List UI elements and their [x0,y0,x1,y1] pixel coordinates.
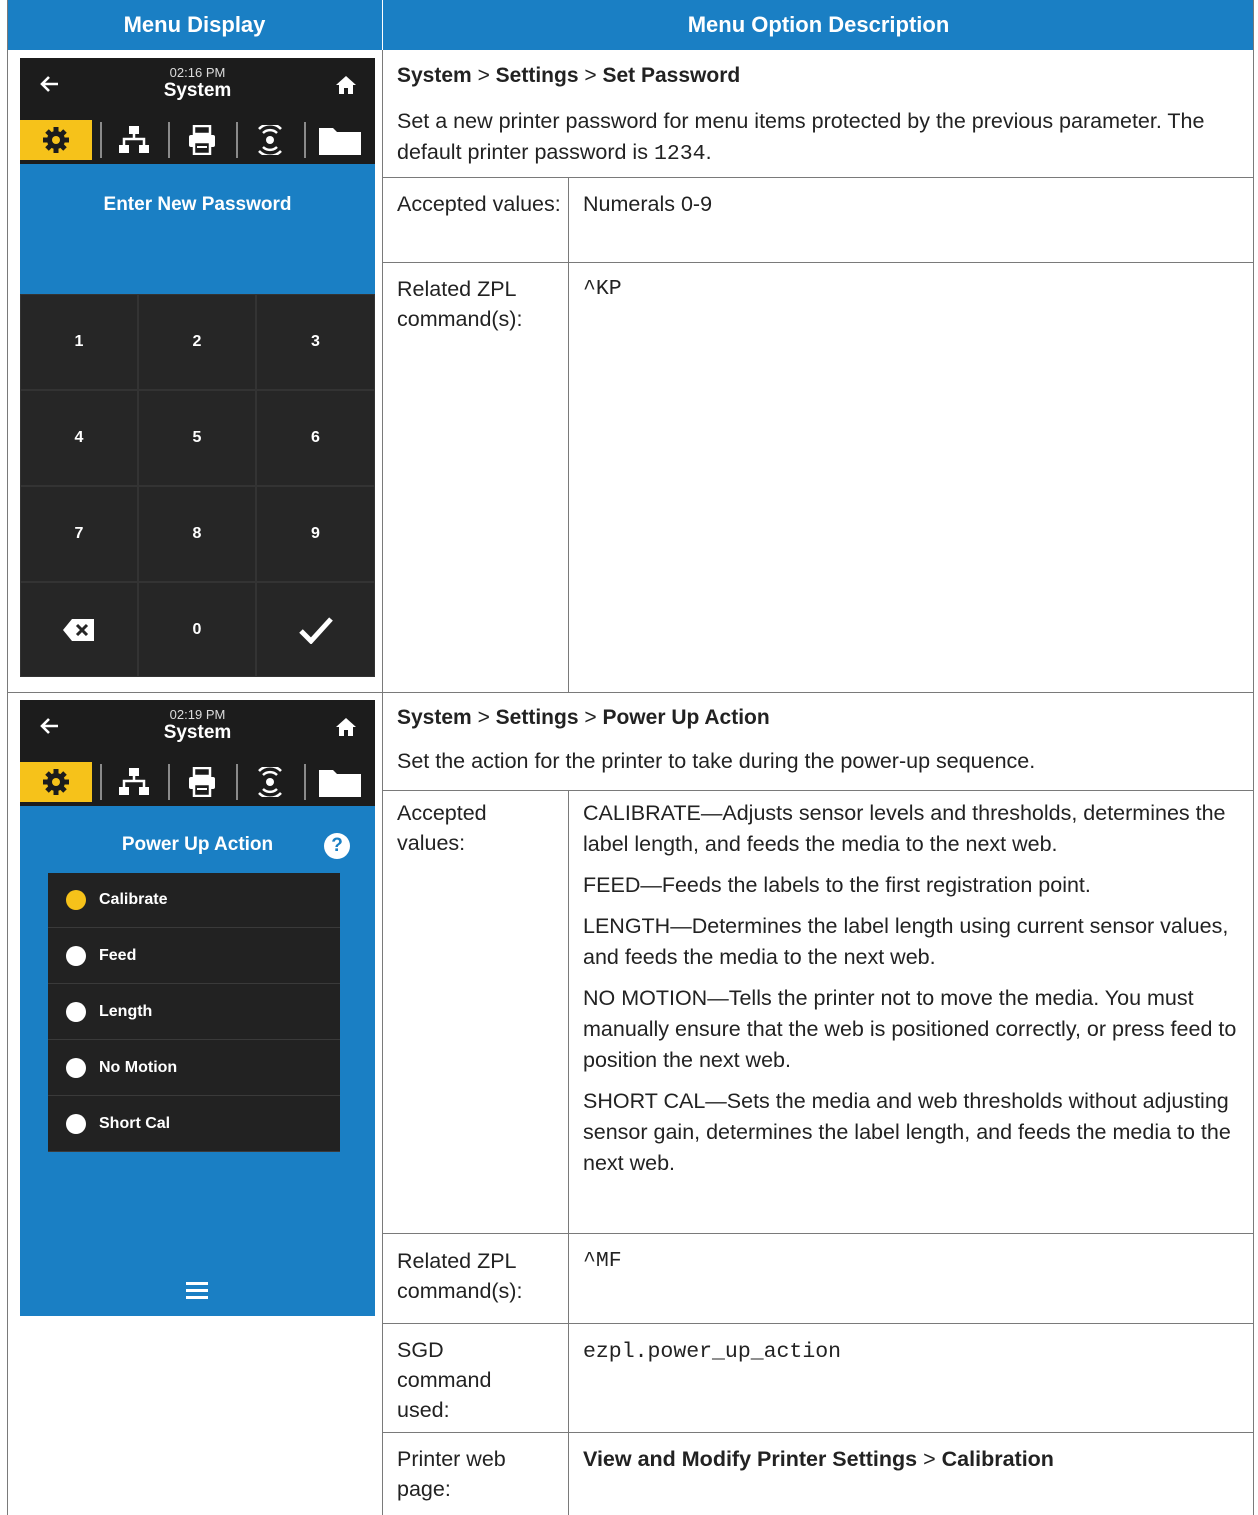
wireless-icon [258,125,282,155]
radio-icon [66,1114,86,1134]
set-password-description: Set a new printer password for menu item… [397,109,1205,166]
hamburger-menu-icon[interactable] [186,1282,208,1303]
storage-tab[interactable] [310,762,370,802]
device-heading-2: Power Up Action [121,834,274,855]
menu-table: Menu Display Menu Option Description Sys… [7,0,1254,1515]
header-menu-option-description: Menu Option Description [383,0,1254,50]
backspace-icon [63,618,94,641]
device-time-2: 02:19 PM [169,707,226,722]
sgd-command-value: ezpl.power_up_action [583,1340,842,1364]
breadcrumb-set-password: System > Settings > Set Password [397,64,741,87]
device-tab-bar-2 [20,756,375,806]
key-9[interactable]: 9 [256,486,375,582]
option-no-motion[interactable]: No Motion [48,1041,340,1096]
option-calibrate[interactable]: Calibrate [48,873,340,928]
network-icon [119,768,149,795]
settings-tab[interactable] [20,762,92,802]
password-entry-area[interactable]: Enter New Password [20,164,375,294]
device-time: 02:16 PM [169,65,226,80]
home-icon[interactable] [335,74,357,96]
network-icon [119,126,149,153]
key-1[interactable]: 1 [20,294,138,390]
storage-tab[interactable] [310,120,370,160]
device-title: System [163,80,232,101]
gear-icon [43,769,69,795]
device-tab-bar [20,114,375,164]
backspace-key[interactable] [20,582,138,677]
accepted-values-list: CALIBRATE—Adjusts sensor levels and thre… [583,798,1243,1189]
key-2[interactable]: 2 [138,294,256,390]
key-0[interactable]: 0 [138,582,256,677]
device-heading: Enter New Password [103,194,292,215]
network-tab[interactable] [104,762,164,802]
printer-web-page-label: Printer web page: [397,1447,506,1501]
radio-selected-icon [66,890,86,910]
connectivity-tab[interactable] [240,762,300,802]
device-screen-power-up-action: 02:19 PM System Power Up Action ? Calibr… [20,700,375,1316]
related-zpl-label: Related ZPL command(s): [397,277,523,331]
value-feed: FEED—Feeds the labels to the first regis… [583,873,1091,897]
key-4[interactable]: 4 [20,390,138,486]
checkmark-icon [298,616,333,644]
print-tab[interactable] [172,762,232,802]
option-feed[interactable]: Feed [48,929,340,984]
header-menu-display: Menu Display [7,0,382,50]
wireless-icon [258,767,282,797]
accepted-values-label: Accepted values: [397,192,561,216]
value-no-motion: NO MOTION—Tells the printer not to move … [583,986,1237,1072]
value-short-cal: SHORT CAL—Sets the media and web thresho… [583,1089,1231,1175]
key-3[interactable]: 3 [256,294,375,390]
folder-icon [319,770,361,797]
gear-icon [43,127,69,153]
device-status-bar-2: 02:19 PM System [20,700,375,756]
printer-icon [189,767,215,797]
printer-icon [189,125,215,155]
option-length[interactable]: Length [48,985,340,1040]
option-short-cal[interactable]: Short Cal [48,1097,340,1152]
related-zpl-value: ^KP [583,277,622,301]
device-status-bar: 02:16 PM System [20,58,375,114]
device-title-2: System [163,722,232,743]
settings-tab[interactable] [20,120,92,160]
key-6[interactable]: 6 [256,390,375,486]
breadcrumb-power-up-action: System > Settings > Power Up Action [397,706,770,729]
folder-icon [319,128,361,155]
related-zpl-value-2: ^MF [583,1249,622,1273]
key-5[interactable]: 5 [138,390,256,486]
help-icon[interactable]: ? [324,833,350,859]
key-7[interactable]: 7 [20,486,138,582]
device-screen-set-password: 02:16 PM System Enter New Password 1 2 3… [20,58,375,677]
radio-icon [66,1002,86,1022]
numeric-keypad: 1 2 3 4 5 6 7 8 9 0 [20,294,375,677]
network-tab[interactable] [104,120,164,160]
accepted-values-value: Numerals 0-9 [583,192,713,216]
key-8[interactable]: 8 [138,486,256,582]
related-zpl-label-2: Related ZPL command(s): [397,1249,523,1303]
power-up-options-list: Calibrate Feed Length No Motion Short Ca… [48,873,340,1152]
home-icon[interactable] [335,716,357,738]
value-length: LENGTH—Determines the label length using… [583,914,1229,969]
accepted-values-label-2: Accepted values: [397,801,487,855]
printer-web-page-value: View and Modify Printer Settings > Calib… [583,1447,1054,1471]
value-calibrate: CALIBRATE—Adjusts sensor levels and thre… [583,801,1226,856]
power-up-action-description: Set the action for the printer to take d… [397,749,1036,773]
radio-icon [66,946,86,966]
connectivity-tab[interactable] [240,120,300,160]
confirm-key[interactable] [256,582,375,677]
radio-icon [66,1058,86,1078]
print-tab[interactable] [172,120,232,160]
sgd-command-label: SGD command used: [397,1338,492,1422]
